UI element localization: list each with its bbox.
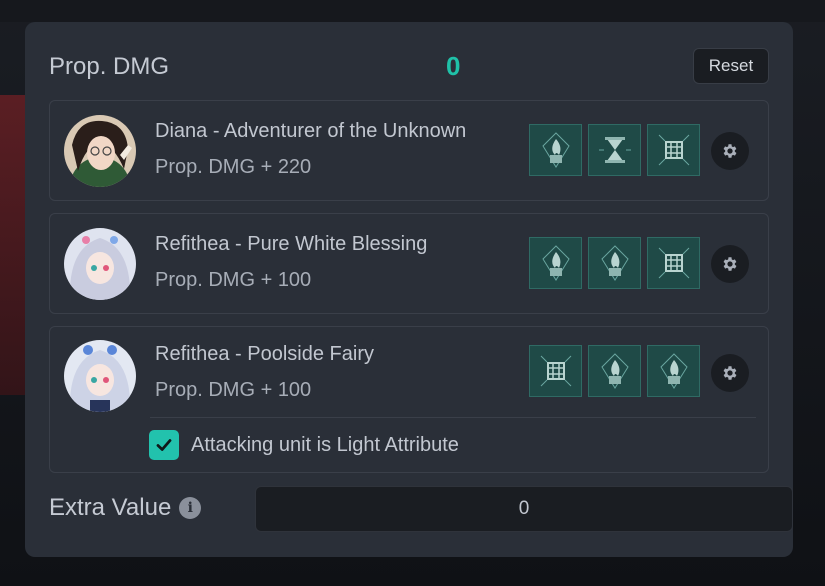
extra-value-input[interactable] xyxy=(255,486,793,532)
character-bonus: Prop. DMG + 100 xyxy=(155,269,312,291)
panel-header: Prop. DMG 0 Reset xyxy=(49,48,769,88)
grid-skill-icon[interactable] xyxy=(529,345,582,397)
avatar xyxy=(64,228,136,300)
hourglass-skill-icon[interactable] xyxy=(588,124,641,176)
flame-skill-icon[interactable] xyxy=(529,124,582,176)
divider xyxy=(150,417,756,418)
character-bonus: Prop. DMG + 100 xyxy=(155,379,312,401)
gear-icon xyxy=(723,366,737,380)
grid-skill-icon[interactable] xyxy=(647,124,700,176)
flame-skill-icon[interactable] xyxy=(588,345,641,397)
skill-icons xyxy=(529,237,700,289)
settings-button[interactable] xyxy=(711,245,749,283)
avatar xyxy=(64,340,136,412)
extra-value-label: Extra Value i xyxy=(49,494,202,522)
checkmark-icon xyxy=(156,439,172,451)
character-bonus: Prop. DMG + 220 xyxy=(155,156,312,178)
settings-button[interactable] xyxy=(711,132,749,170)
skill-icons xyxy=(529,345,700,397)
settings-button[interactable] xyxy=(711,354,749,392)
total-value: 0 xyxy=(446,51,461,81)
extra-value-text: Extra Value xyxy=(49,494,172,521)
character-name: Refithea - Pure White Blessing xyxy=(155,233,428,255)
prop-dmg-panel: Prop. DMG 0 Reset Diana - Adventurer of … xyxy=(25,22,793,557)
light-attribute-checkbox[interactable] xyxy=(149,430,179,460)
flame-skill-icon[interactable] xyxy=(529,237,582,289)
reset-button[interactable]: Reset xyxy=(693,48,769,84)
character-card-refithea-poolside: Refithea - Poolside Fairy Prop. DMG + 10… xyxy=(49,326,769,473)
gear-icon xyxy=(723,144,737,158)
panel-title: Prop. DMG xyxy=(49,53,170,80)
avatar xyxy=(64,115,136,187)
gear-icon xyxy=(723,257,737,271)
character-card-refithea-pure-white: Refithea - Pure White Blessing Prop. DMG… xyxy=(49,213,769,314)
flame-skill-icon[interactable] xyxy=(588,237,641,289)
condition-label: Attacking unit is Light Attribute xyxy=(191,433,459,456)
grid-skill-icon[interactable] xyxy=(647,237,700,289)
character-name: Diana - Adventurer of the Unknown xyxy=(155,120,467,142)
condition-row: Attacking unit is Light Attribute xyxy=(149,430,459,460)
character-card-diana: Diana - Adventurer of the Unknown Prop. … xyxy=(49,100,769,201)
flame-skill-icon[interactable] xyxy=(647,345,700,397)
info-icon[interactable]: i xyxy=(179,497,202,519)
background-topbar xyxy=(0,0,825,22)
background-artwork xyxy=(0,95,25,395)
character-name: Refithea - Poolside Fairy xyxy=(155,343,374,365)
extra-value-row: Extra Value i xyxy=(49,486,793,532)
skill-icons xyxy=(529,124,700,176)
